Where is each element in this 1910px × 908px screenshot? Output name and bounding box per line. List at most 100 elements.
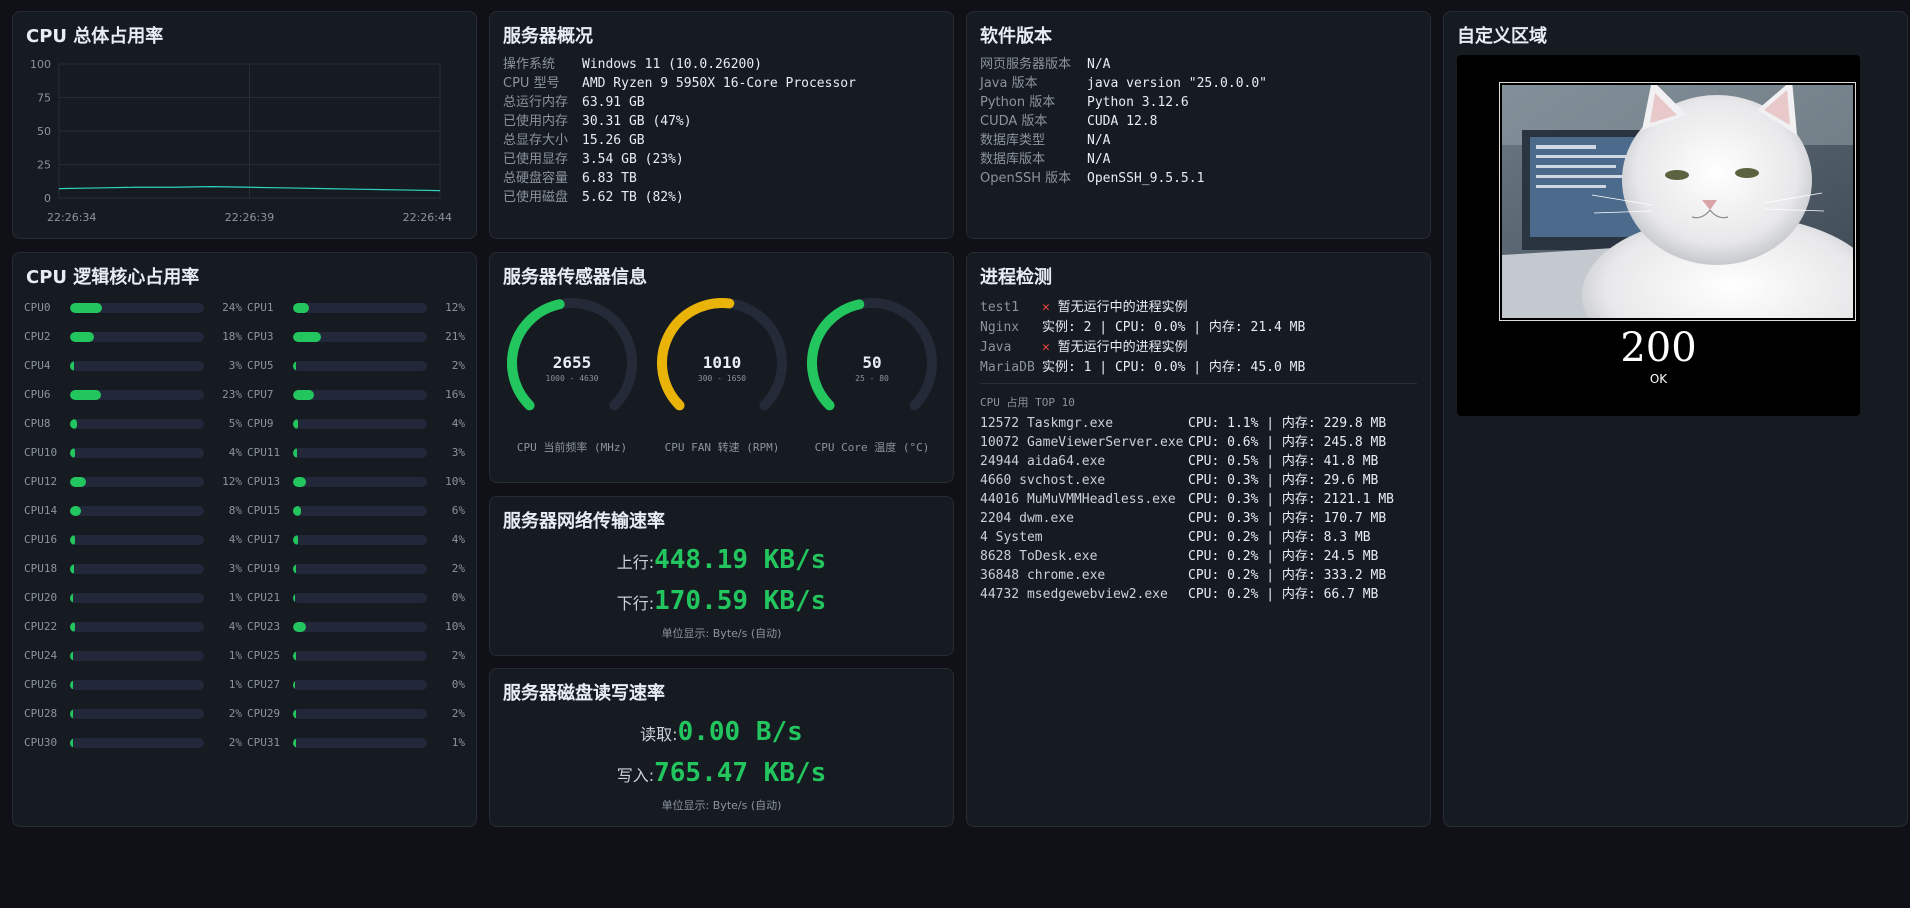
cpu-core-name: CPU21 [247,591,281,604]
cpu-core-bar-fill [293,506,302,516]
cpu-core-bar-fill [293,448,298,458]
cpu-core-item: CPU0 24% [24,299,242,317]
overview-row: 总显存大小 15.26 GB [503,131,856,150]
cpu-core-bar-fill [70,738,73,748]
software-row: OpenSSH 版本 OpenSSH_9.5.5.1 [980,169,1267,188]
top10-process: 10072 GameViewerServer.exe [980,435,1184,450]
top10-process: 4 System [980,530,1043,545]
cpu-core-bar [293,419,427,429]
software-key: 数据库版本 [980,152,1046,167]
software-value: CUDA 12.8 [1087,114,1158,129]
network-card: 服务器网络传输速率 上行:448.19 KB/s 下行:170.59 KB/s … [489,496,954,656]
cpu-core-bar [293,303,427,313]
cpu-core-bar [293,448,427,458]
cpu-core-bar-fill [293,593,295,603]
cpu-core-percent: 4% [228,533,242,546]
cpu-core-bar [293,332,427,342]
cpu-core-bar-fill [70,564,75,574]
cpu-core-bar-fill [70,593,73,603]
cpu-core-item: CPU30 2% [24,734,242,752]
y-tick-label: 75 [37,92,51,105]
top10-usage: CPU: 0.3% | 内存: 170.7 MB [1188,511,1387,526]
cpu-core-bar-fill [293,303,310,313]
cpu-core-item: CPU16 4% [24,531,242,549]
gauge-value: 1010 [703,353,742,372]
software-row: Java 版本 java version "25.0.0.0" [980,74,1267,93]
overview-row: 已使用内存 30.31 GB (47%) [503,112,856,131]
cpu-core-item: CPU23 10% [247,618,465,636]
cpu-core-percent: 2% [451,707,465,720]
cpu-core-percent: 21% [445,330,465,343]
cpu-core-item: CPU27 0% [247,676,465,694]
top10-process: 44732 msedgewebview2.exe [980,587,1168,602]
top10-usage: CPU: 0.5% | 内存: 41.8 MB [1188,454,1379,469]
cpu-core-bar [70,593,204,603]
upload-label: 上行: [616,553,655,572]
cpu-core-bar-fill [70,651,73,661]
cpu-core-bar [70,738,204,748]
software-row: 数据库类型 N/A [980,131,1267,150]
cpu-core-item: CPU9 4% [247,415,465,433]
disk-write-label: 写入: [616,766,655,785]
top10-usage: CPU: 0.2% | 内存: 66.7 MB [1188,587,1379,602]
cpu-core-percent: 12% [222,475,242,488]
cpu-core-name: CPU31 [247,736,281,749]
cpu-core-item: CPU13 10% [247,473,465,491]
cpu-core-name: CPU3 [247,330,274,343]
overview-key: 总显存大小 [503,133,569,148]
process-name: MariaDB [980,360,1035,375]
cpu-core-bar-fill [70,419,77,429]
top10-process: 12572 Taskmgr.exe [980,416,1114,431]
cpu-core-name: CPU13 [247,475,281,488]
top10-row: 2204 dwm.exe CPU: 0.3% | 内存: 170.7 MB [980,507,1386,526]
cpu-core-bar [293,390,427,400]
disk-read-row: 读取:0.00 B/s [490,717,953,747]
server-overview-list: 操作系统 Windows 11 (10.0.26200) CPU 型号 AMD Ryz… [503,55,856,207]
cpu-core-percent: 4% [451,417,465,430]
software-key: Java 版本 [980,76,1038,91]
x-tick-label: 22:26:44 [403,211,452,224]
gauge-range: 300 - 1650 [698,374,746,383]
software-key: 数据库类型 [980,133,1046,148]
cpu-core-item: CPU6 23% [24,386,242,404]
process-item: test1 ✕ 暂无运行中的进程实例 [980,296,1188,315]
process-divider [980,383,1417,384]
top10-usage: CPU: 1.1% | 内存: 229.8 MB [1188,416,1387,431]
cpu-core-bar-fill [70,477,87,487]
sensor-card: 服务器传感器信息 2655 1000 - 4630 CPU 当前频率 (MHz) 10… [489,252,954,483]
top10-row: 12572 Taskmgr.exe CPU: 1.1% | 内存: 229.8 M… [980,412,1386,431]
cpu-core-item: CPU24 1% [24,647,242,665]
process-item: MariaDB 实例: 1 | CPU: 0.0% | 内存: 45.0 MB [980,356,1305,375]
cpu-core-name: CPU22 [24,620,58,633]
cpu-core-name: CPU30 [24,736,58,749]
cpu-core-bar-fill [70,680,73,690]
top10-process: 4660 svchost.exe [980,473,1106,488]
cpu-core-item: CPU20 1% [24,589,242,607]
cpu-core-bar-fill [293,477,307,487]
cpu-core-name: CPU1 [247,301,274,314]
cpu-core-bar [293,680,427,690]
overview-key: 已使用显存 [503,152,569,167]
gauge-range: 1000 - 4630 [546,374,599,383]
software-version-title: 软件版本 [980,26,1052,47]
overview-value: 63.91 GB [582,95,645,110]
process-status: 暂无运行中的进程实例 [1057,300,1188,315]
cpu-core-item: CPU12 12% [24,473,242,491]
cpu-core-percent: 18% [222,330,242,343]
overview-row: 操作系统 Windows 11 (10.0.26200) [503,55,856,74]
cpu-core-bar [70,622,204,632]
software-value: java version "25.0.0.0" [1087,76,1268,91]
top10-usage: CPU: 0.2% | 内存: 333.2 MB [1188,568,1387,583]
cpu-core-bar [70,332,204,342]
status-text: OK [1649,372,1668,386]
software-row: Python 版本 Python 3.12.6 [980,93,1267,112]
software-row: CUDA 版本 CUDA 12.8 [980,112,1267,131]
cpu-core-item: CPU4 3% [24,357,242,375]
cpu-core-item: CPU22 4% [24,618,242,636]
cpu-core-bar-fill [293,651,296,661]
process-name: test1 [980,300,1020,315]
cpu-core-name: CPU11 [247,446,281,459]
top10-process: 36848 chrome.exe [980,568,1106,583]
software-row: 网页服务器版本 N/A [980,55,1267,74]
top10-row: 36848 chrome.exe CPU: 0.2% | 内存: 333.2 MB [980,564,1386,583]
